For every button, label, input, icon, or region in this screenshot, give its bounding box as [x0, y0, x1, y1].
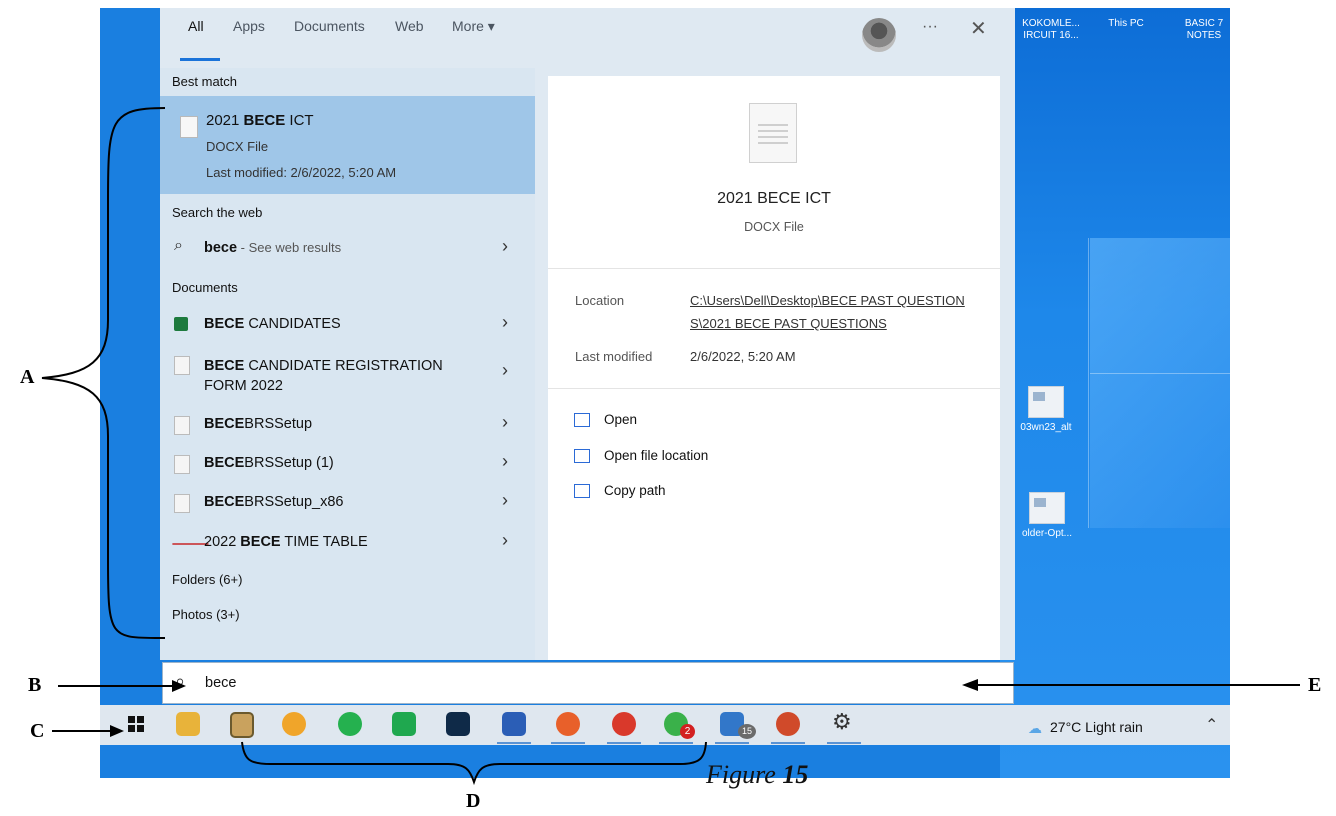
- callout-e: E: [1308, 674, 1322, 696]
- arrowhead-c: [110, 725, 124, 737]
- callout-d: D: [466, 790, 481, 812]
- annotation-overlay: [41, 107, 1300, 786]
- brace-a: [41, 107, 166, 640]
- callout-a: A: [20, 366, 35, 388]
- callout-c: C: [30, 720, 45, 742]
- callout-b: B: [28, 674, 42, 696]
- arrowhead-e: [962, 679, 978, 691]
- figure-caption: Figure 15: [706, 760, 809, 789]
- brace-d: [241, 741, 707, 786]
- arrowhead-b: [172, 680, 186, 692]
